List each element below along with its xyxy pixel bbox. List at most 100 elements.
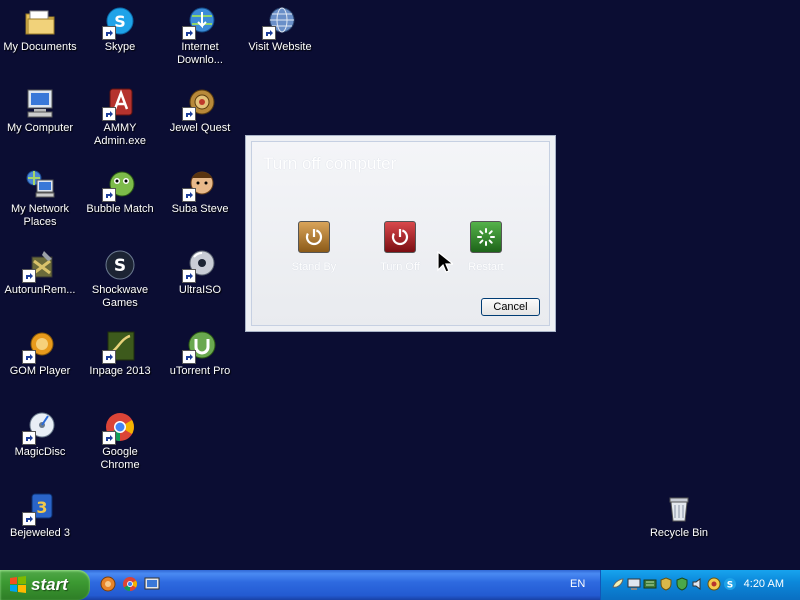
chrome-icon [102, 411, 136, 445]
taskbar: start EN S 4:20 AM [0, 570, 800, 600]
icon-label: uTorrent Pro [169, 365, 231, 377]
network-places-icon [24, 168, 56, 200]
ammy-admin-icon [102, 87, 136, 121]
desktop-icon-visit-website[interactable]: Visit Website [240, 2, 320, 80]
turn-off-button[interactable]: Turn Off [360, 221, 440, 273]
windows-logo-icon [10, 576, 26, 593]
icon-label: Inpage 2013 [89, 365, 151, 377]
desktop-icon-magicdisc[interactable]: MagicDisc [0, 407, 80, 485]
desktop-icon-ammy-admin[interactable]: AMMY Admin.exe [80, 83, 160, 161]
power-icon[interactable] [384, 221, 416, 253]
turn-off-label: Turn Off [380, 261, 420, 273]
icon-label: My Computer [6, 122, 74, 134]
globe-icon [262, 6, 296, 40]
disc-icon [182, 249, 216, 283]
system-tray: S 4:20 AM [600, 570, 800, 600]
bejeweled-icon: 3 [22, 492, 56, 526]
svg-text:S: S [727, 581, 733, 591]
turn-off-dialog: Turn off computer Stand By Turn Off Rest… [245, 135, 556, 332]
desktop-icon-gom-player[interactable]: GOM Player [0, 326, 80, 404]
media-player-icon[interactable] [100, 576, 116, 592]
svg-text:S: S [114, 256, 126, 276]
desktop-icon-inpage-2013[interactable]: Inpage 2013 [80, 326, 160, 404]
stand-by-button[interactable]: Stand By [274, 221, 354, 273]
chrome-quicklaunch-icon[interactable] [122, 576, 138, 592]
desktop-icon-ultraiso[interactable]: UltraISO [160, 245, 240, 323]
tray-network-icon[interactable] [611, 577, 625, 591]
shortcut-arrow-icon [182, 107, 196, 121]
desktop-icon-jewel-quest[interactable]: Jewel Quest [160, 83, 240, 161]
icon-label: GOM Player [9, 365, 71, 377]
desktop-icon-my-computer[interactable]: My Computer [0, 83, 80, 161]
tray-app-icon[interactable] [707, 577, 721, 591]
shortcut-arrow-icon [22, 269, 36, 283]
shortcut-arrow-icon [22, 512, 36, 526]
restart-button[interactable]: Restart [446, 221, 526, 273]
shockwave-icon: S [104, 249, 136, 281]
icon-label: MagicDisc [14, 446, 66, 458]
tray-security-icon[interactable] [675, 577, 689, 591]
icon-label: Suba Steve [171, 203, 229, 215]
desktop-icon-recycle-bin[interactable]: Recycle Bin [639, 488, 719, 566]
icon-label: Internet Downlo... [177, 41, 223, 66]
icon-label: My Network Places [10, 203, 70, 228]
standby-icon[interactable] [298, 221, 330, 253]
tray-hardware-icon[interactable] [643, 577, 657, 591]
restart-label: Restart [468, 261, 504, 273]
dialog-title: Turn off computer [263, 154, 397, 173]
gom-player-icon [22, 330, 56, 364]
recycle-bin-icon [663, 492, 695, 524]
desktop-icon-suba-steve[interactable]: Suba Steve [160, 164, 240, 242]
tray-skype-icon[interactable]: S [723, 577, 737, 591]
shortcut-arrow-icon [182, 269, 196, 283]
shortcut-arrow-icon [102, 107, 116, 121]
skype-icon: S [102, 6, 136, 40]
tray-volume-icon[interactable] [691, 577, 705, 591]
jewel-quest-icon [182, 87, 216, 121]
icon-label: UltraISO [178, 284, 222, 296]
icon-label: Recycle Bin [649, 527, 709, 539]
folder-documents-icon [24, 6, 56, 38]
restart-icon[interactable] [470, 221, 502, 253]
desktop-icon-google-chrome[interactable]: Google Chrome [80, 407, 160, 485]
desktop-icon-autorunremover[interactable]: AutorunRem... [0, 245, 80, 323]
desktop-icon-my-network-places[interactable]: My Network Places [0, 164, 80, 242]
tray-monitor-icon[interactable] [627, 577, 641, 591]
shortcut-arrow-icon [22, 431, 36, 445]
icon-label: Skype [104, 41, 136, 53]
shortcut-arrow-icon [22, 350, 36, 364]
shortcut-arrow-icon [102, 188, 116, 202]
desktop-icon-skype[interactable]: S Skype [80, 2, 160, 80]
desktop-icon-bubble-match[interactable]: Bubble Match [80, 164, 160, 242]
shortcut-arrow-icon [102, 350, 116, 364]
svg-text:3: 3 [36, 498, 47, 517]
language-indicator[interactable]: EN [570, 578, 585, 590]
icon-label: AutorunRem... [4, 284, 76, 296]
computer-icon [24, 87, 56, 119]
autorun-remover-icon [22, 249, 56, 283]
start-button[interactable]: start [0, 570, 90, 600]
desktop-icon-my-documents[interactable]: My Documents [0, 2, 80, 80]
icon-label: Bejeweled 3 [10, 527, 70, 539]
bubble-match-icon [102, 168, 136, 202]
clock[interactable]: 4:20 AM [744, 578, 784, 590]
icon-label: AMMY Admin.exe [94, 122, 146, 147]
shortcut-arrow-icon [182, 350, 196, 364]
stand-by-label: Stand By [291, 261, 337, 273]
icon-label: Google Chrome [100, 446, 140, 471]
desktop-icon-utorrent-pro[interactable]: uTorrent Pro [160, 326, 240, 404]
start-label: start [31, 575, 68, 594]
inpage-icon [102, 330, 136, 364]
internet-download-manager-icon [182, 6, 216, 40]
shortcut-arrow-icon [182, 188, 196, 202]
tray-shield-icon[interactable] [659, 577, 673, 591]
shortcut-arrow-icon [182, 26, 196, 40]
suba-steve-icon [182, 168, 216, 202]
desktop-icon-internet-download-manager[interactable]: Internet Downlo... [160, 2, 240, 80]
desktop-icon-shockwave-games[interactable]: S Shockwave Games [80, 245, 160, 323]
shortcut-arrow-icon [102, 431, 116, 445]
desktop-icon-bejeweled-3[interactable]: 3 Bejeweled 3 [0, 488, 80, 566]
cancel-button[interactable]: Cancel [481, 298, 540, 316]
magicdisc-icon [22, 411, 56, 445]
show-desktop-icon[interactable] [144, 576, 160, 592]
